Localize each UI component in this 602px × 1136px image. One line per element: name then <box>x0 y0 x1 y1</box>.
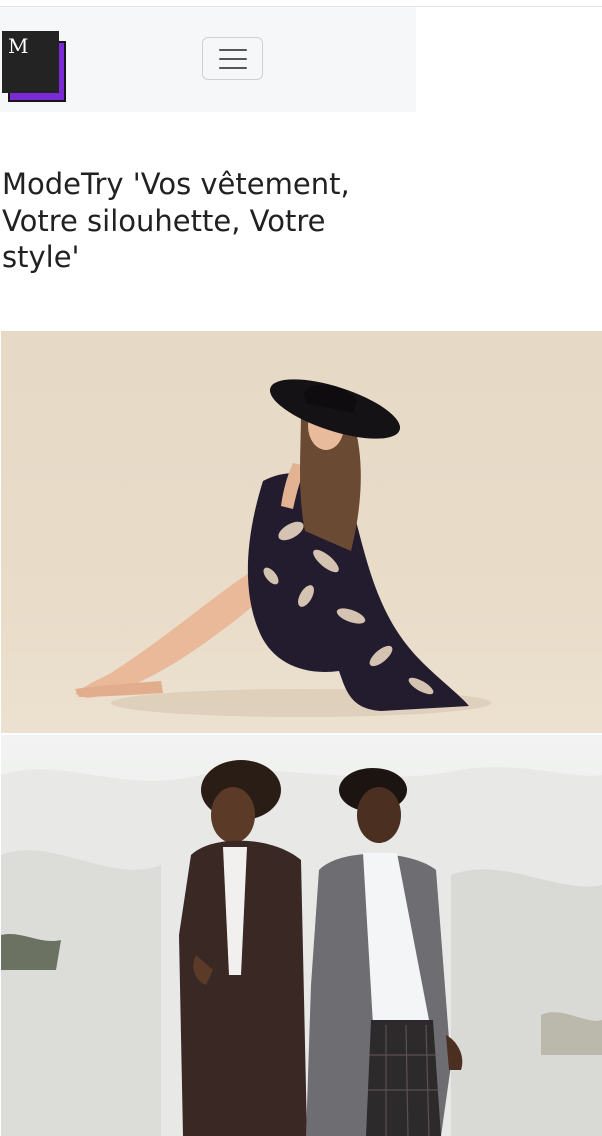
hamburger-menu-icon <box>219 49 247 69</box>
logo-letter: M <box>8 34 29 58</box>
top-border <box>0 0 602 7</box>
two-men-coats-photo <box>1 735 602 1136</box>
brand-logo[interactable]: M <box>2 31 66 105</box>
woman-in-hat-photo <box>1 331 602 733</box>
page-title: ModeTry 'Vos vêtement, Votre silouhette,… <box>2 167 350 274</box>
navbar: M <box>0 7 416 112</box>
logo-square: M <box>2 31 59 93</box>
navbar-toggler-button[interactable] <box>202 37 263 80</box>
